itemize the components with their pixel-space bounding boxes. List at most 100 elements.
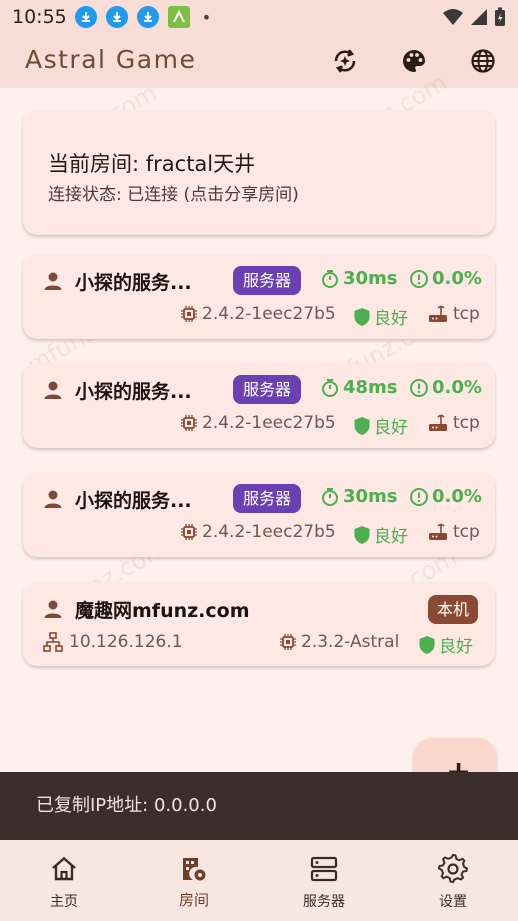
room-title: 当前房间: fractal天井 bbox=[48, 152, 256, 176]
language-button[interactable] bbox=[466, 44, 500, 78]
packet-loss-value: 0.0% bbox=[432, 377, 482, 398]
timer-icon bbox=[322, 269, 338, 288]
timer-icon bbox=[322, 378, 338, 397]
protocol-value: tcp bbox=[453, 522, 480, 542]
nav-item-settings[interactable]: 设置 bbox=[393, 840, 513, 921]
ip-address: 10.126.126.1 bbox=[43, 632, 183, 652]
latency: 30ms bbox=[320, 268, 398, 289]
snackbar: 已复制IP地址: 0.0.0.0 bbox=[0, 772, 518, 840]
latency-value: 48ms bbox=[343, 377, 398, 398]
nav-item-rooms[interactable]: 房间 bbox=[134, 840, 254, 921]
player-name: 小探的服务... bbox=[75, 490, 192, 512]
latency: 30ms bbox=[320, 486, 398, 507]
version: 2.4.2-1eec27b5 bbox=[180, 413, 336, 433]
nav-label: 主页 bbox=[50, 894, 78, 910]
connection-quality: 良好 bbox=[418, 632, 473, 657]
version-value: 2.4.2-1eec27b5 bbox=[202, 522, 336, 542]
alert-circle-icon bbox=[410, 487, 428, 506]
player-card[interactable]: 小探的服务... 服务器 30ms 0.0% 2.4.2-1eec27b5 良好… bbox=[23, 472, 495, 557]
quality-value: 良好 bbox=[374, 527, 408, 547]
latency: 48ms bbox=[320, 377, 398, 398]
globe-icon bbox=[471, 49, 495, 73]
download-notification-icon bbox=[105, 6, 128, 28]
protocol: tcp bbox=[428, 522, 480, 542]
router-icon bbox=[429, 523, 447, 540]
room-settings-icon bbox=[179, 854, 209, 884]
quality-value: 良好 bbox=[439, 637, 473, 657]
user-icon bbox=[44, 381, 62, 399]
version: 2.4.2-1eec27b5 bbox=[180, 304, 336, 324]
version-value: 2.4.2-1eec27b5 bbox=[202, 304, 336, 324]
download-notification-icon bbox=[74, 6, 97, 28]
palette-icon bbox=[403, 50, 425, 72]
room-info-card[interactable]: 当前房间: fractal天井 连接状态: 已连接 (点击分享房间) bbox=[23, 110, 495, 235]
nav-label: 设置 bbox=[439, 894, 467, 910]
user-icon bbox=[44, 490, 62, 508]
shield-icon bbox=[354, 307, 370, 326]
player-card[interactable]: 小探的服务... 服务器 48ms 0.0% 2.4.2-1eec27b5 良好… bbox=[23, 363, 495, 448]
user-icon bbox=[44, 600, 62, 618]
server-badge: 服务器 bbox=[233, 266, 302, 295]
status-right bbox=[442, 7, 506, 27]
gear-icon bbox=[438, 854, 468, 884]
theme-button[interactable] bbox=[397, 44, 431, 78]
alert-circle-icon bbox=[410, 378, 428, 397]
app-title: Astral Game bbox=[25, 45, 197, 74]
protocol-value: tcp bbox=[453, 413, 480, 433]
version-value: 2.3.2-Astral bbox=[301, 632, 400, 652]
version: 2.4.2-1eec27b5 bbox=[180, 522, 336, 542]
chip-icon bbox=[280, 634, 296, 650]
connection-status[interactable]: 连接状态: 已连接 (点击分享房间) bbox=[48, 180, 299, 205]
app-bar: Astral Game bbox=[0, 34, 518, 88]
version: 2.3.2-Astral bbox=[279, 632, 399, 652]
status-bar: 10:55 • bbox=[0, 0, 518, 34]
shield-icon bbox=[354, 416, 370, 435]
player-name: 小探的服务... bbox=[75, 272, 192, 294]
quality-value: 良好 bbox=[374, 309, 408, 329]
player-card[interactable]: 小探的服务... 服务器 30ms 0.0% 2.4.2-1eec27b5 良好… bbox=[23, 254, 495, 339]
protocol: tcp bbox=[428, 413, 480, 433]
more-notifications-dot-icon: • bbox=[201, 7, 212, 27]
shield-icon bbox=[419, 635, 435, 654]
packet-loss: 0.0% bbox=[409, 268, 482, 289]
chip-icon bbox=[181, 415, 197, 431]
shield-icon bbox=[354, 525, 370, 544]
router-icon bbox=[429, 414, 447, 431]
app-notification-icon bbox=[167, 6, 190, 28]
signal-icon bbox=[471, 9, 487, 25]
ip-value: 10.126.126.1 bbox=[69, 632, 183, 652]
local-player-card[interactable]: 魔趣网mfunz.com 本机 10.126.126.1 2.3.2-Astra… bbox=[23, 582, 495, 666]
local-badge: 本机 bbox=[427, 595, 478, 624]
packet-loss-value: 0.0% bbox=[432, 486, 482, 507]
alert-circle-icon bbox=[410, 269, 428, 288]
snackbar-text: 已复制IP地址: 0.0.0.0 bbox=[36, 795, 217, 816]
sync-icon bbox=[334, 49, 356, 73]
connection-quality: 良好 bbox=[353, 522, 408, 547]
nav-label: 房间 bbox=[178, 891, 209, 909]
bottom-navigation: 主页 房间 服务器 设置 bbox=[0, 840, 518, 921]
router-icon bbox=[429, 305, 447, 322]
connection-quality: 良好 bbox=[353, 304, 408, 329]
player-name: 魔趣网mfunz.com bbox=[75, 600, 250, 622]
packet-loss: 0.0% bbox=[409, 486, 482, 507]
network-icon bbox=[43, 632, 63, 652]
battery-icon bbox=[495, 7, 505, 26]
nav-label: 服务器 bbox=[303, 894, 345, 910]
connection-quality: 良好 bbox=[353, 413, 408, 438]
server-badge: 服务器 bbox=[233, 375, 302, 404]
packet-loss: 0.0% bbox=[409, 377, 482, 398]
user-icon bbox=[44, 272, 62, 290]
server-badge: 服务器 bbox=[233, 484, 302, 513]
latency-value: 30ms bbox=[343, 268, 398, 289]
latency-value: 30ms bbox=[343, 486, 398, 507]
sync-button[interactable] bbox=[328, 44, 362, 78]
nav-item-servers[interactable]: 服务器 bbox=[264, 840, 384, 921]
nav-item-home[interactable]: 主页 bbox=[4, 840, 124, 921]
status-time: 10:55 bbox=[12, 6, 67, 28]
quality-value: 良好 bbox=[374, 418, 408, 438]
player-name: 小探的服务... bbox=[75, 381, 192, 403]
packet-loss-value: 0.0% bbox=[432, 268, 482, 289]
protocol: tcp bbox=[428, 304, 480, 324]
version-value: 2.4.2-1eec27b5 bbox=[202, 413, 336, 433]
protocol-value: tcp bbox=[453, 304, 480, 324]
